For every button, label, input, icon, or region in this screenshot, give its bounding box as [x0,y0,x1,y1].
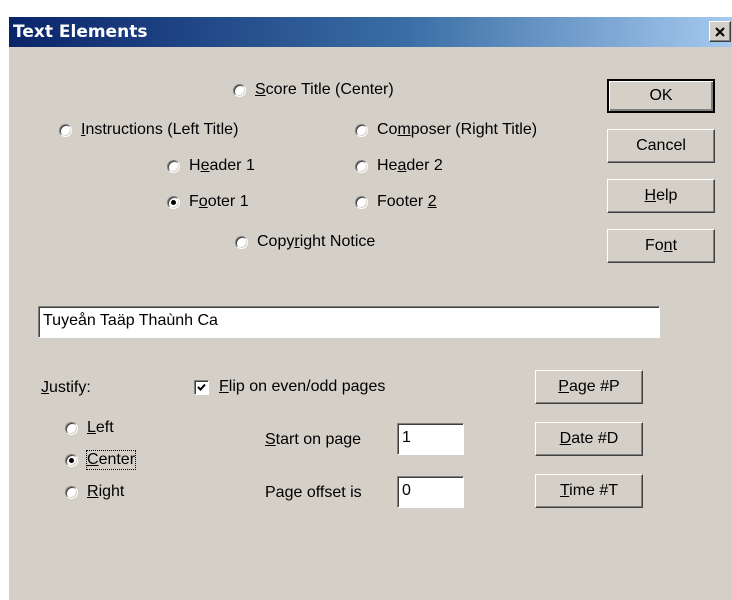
radio-copyright[interactable]: Copyright Notice [235,233,375,251]
time-button[interactable]: Time #T [535,474,643,508]
page-offset-value: 0 [402,482,411,499]
radio-justify-right[interactable]: Right [65,483,124,501]
radio-label: Right [87,483,125,500]
radio-footer-1[interactable]: Footer 1 [167,193,249,211]
time-label: Time #T [559,482,619,499]
checkbox-indicator [194,379,209,395]
cancel-label: Cancel [636,137,686,154]
text-element-input[interactable]: Tuyeån Taäp Thaùnh Ca [38,306,660,338]
help-label: Help [644,187,678,204]
radio-indicator [355,195,368,209]
radio-indicator [355,159,368,173]
radio-label: Center [85,450,137,470]
radio-header-2[interactable]: Header 2 [355,157,443,175]
date-label: Date #D [559,430,619,447]
radio-indicator [235,235,248,249]
radio-indicator [65,421,78,435]
dialog-title: Text Elements [13,22,148,42]
flip-pages-label: Flip on even/odd pages [219,378,386,395]
radio-indicator [233,83,246,97]
start-page-input[interactable]: 1 [397,423,464,455]
checkmark-icon [197,383,206,391]
font-label: Font [644,237,678,254]
text-element-value: Tuyeån Taäp Thaùnh Ca [43,312,218,329]
start-page-label: Start on page [265,431,362,448]
radio-indicator [65,485,78,499]
radio-label: Footer 1 [189,193,249,210]
cancel-button[interactable]: Cancel [607,129,715,163]
radio-label: Header 2 [377,157,443,174]
page-offset-input[interactable]: 0 [397,476,464,508]
radio-composer[interactable]: Composer (Right Title) [355,121,537,139]
text-elements-dialog: Text Elements Score Title (Center) Instr… [8,16,732,600]
justify-label: Justify: [41,379,91,396]
page-offset-label: Page offset is [265,484,362,501]
radio-indicator [167,159,180,173]
close-icon [715,27,725,37]
ok-label: OK [649,87,673,104]
radio-indicator [59,123,72,137]
title-bar: Text Elements [9,17,732,47]
radio-justify-center[interactable]: Center [65,450,137,470]
radio-justify-left[interactable]: Left [65,419,114,437]
radio-indicator [355,123,368,137]
radio-header-1[interactable]: Header 1 [167,157,255,175]
radio-label: Footer 2 [377,193,437,210]
page-number-label: Page #P [558,378,620,395]
radio-instructions[interactable]: Instructions (Left Title) [59,121,238,139]
radio-indicator [167,195,180,209]
radio-footer-2[interactable]: Footer 2 [355,193,437,211]
help-button[interactable]: Help [607,179,715,213]
radio-indicator [65,453,78,467]
radio-label: Header 1 [189,157,255,174]
close-button[interactable] [709,21,731,42]
radio-score-title[interactable]: Score Title (Center) [233,81,394,99]
page-number-button[interactable]: Page #P [535,370,643,404]
radio-label: Score Title (Center) [255,81,394,98]
radio-label: Left [87,419,114,436]
date-button[interactable]: Date #D [535,422,643,456]
radio-label: Instructions (Left Title) [81,121,239,138]
flip-pages-checkbox[interactable]: Flip on even/odd pages [194,378,385,396]
ok-button[interactable]: OK [607,79,715,113]
font-button[interactable]: Font [607,229,715,263]
radio-label: Composer (Right Title) [377,121,538,138]
radio-label: Copyright Notice [257,233,376,250]
start-page-value: 1 [402,429,411,446]
